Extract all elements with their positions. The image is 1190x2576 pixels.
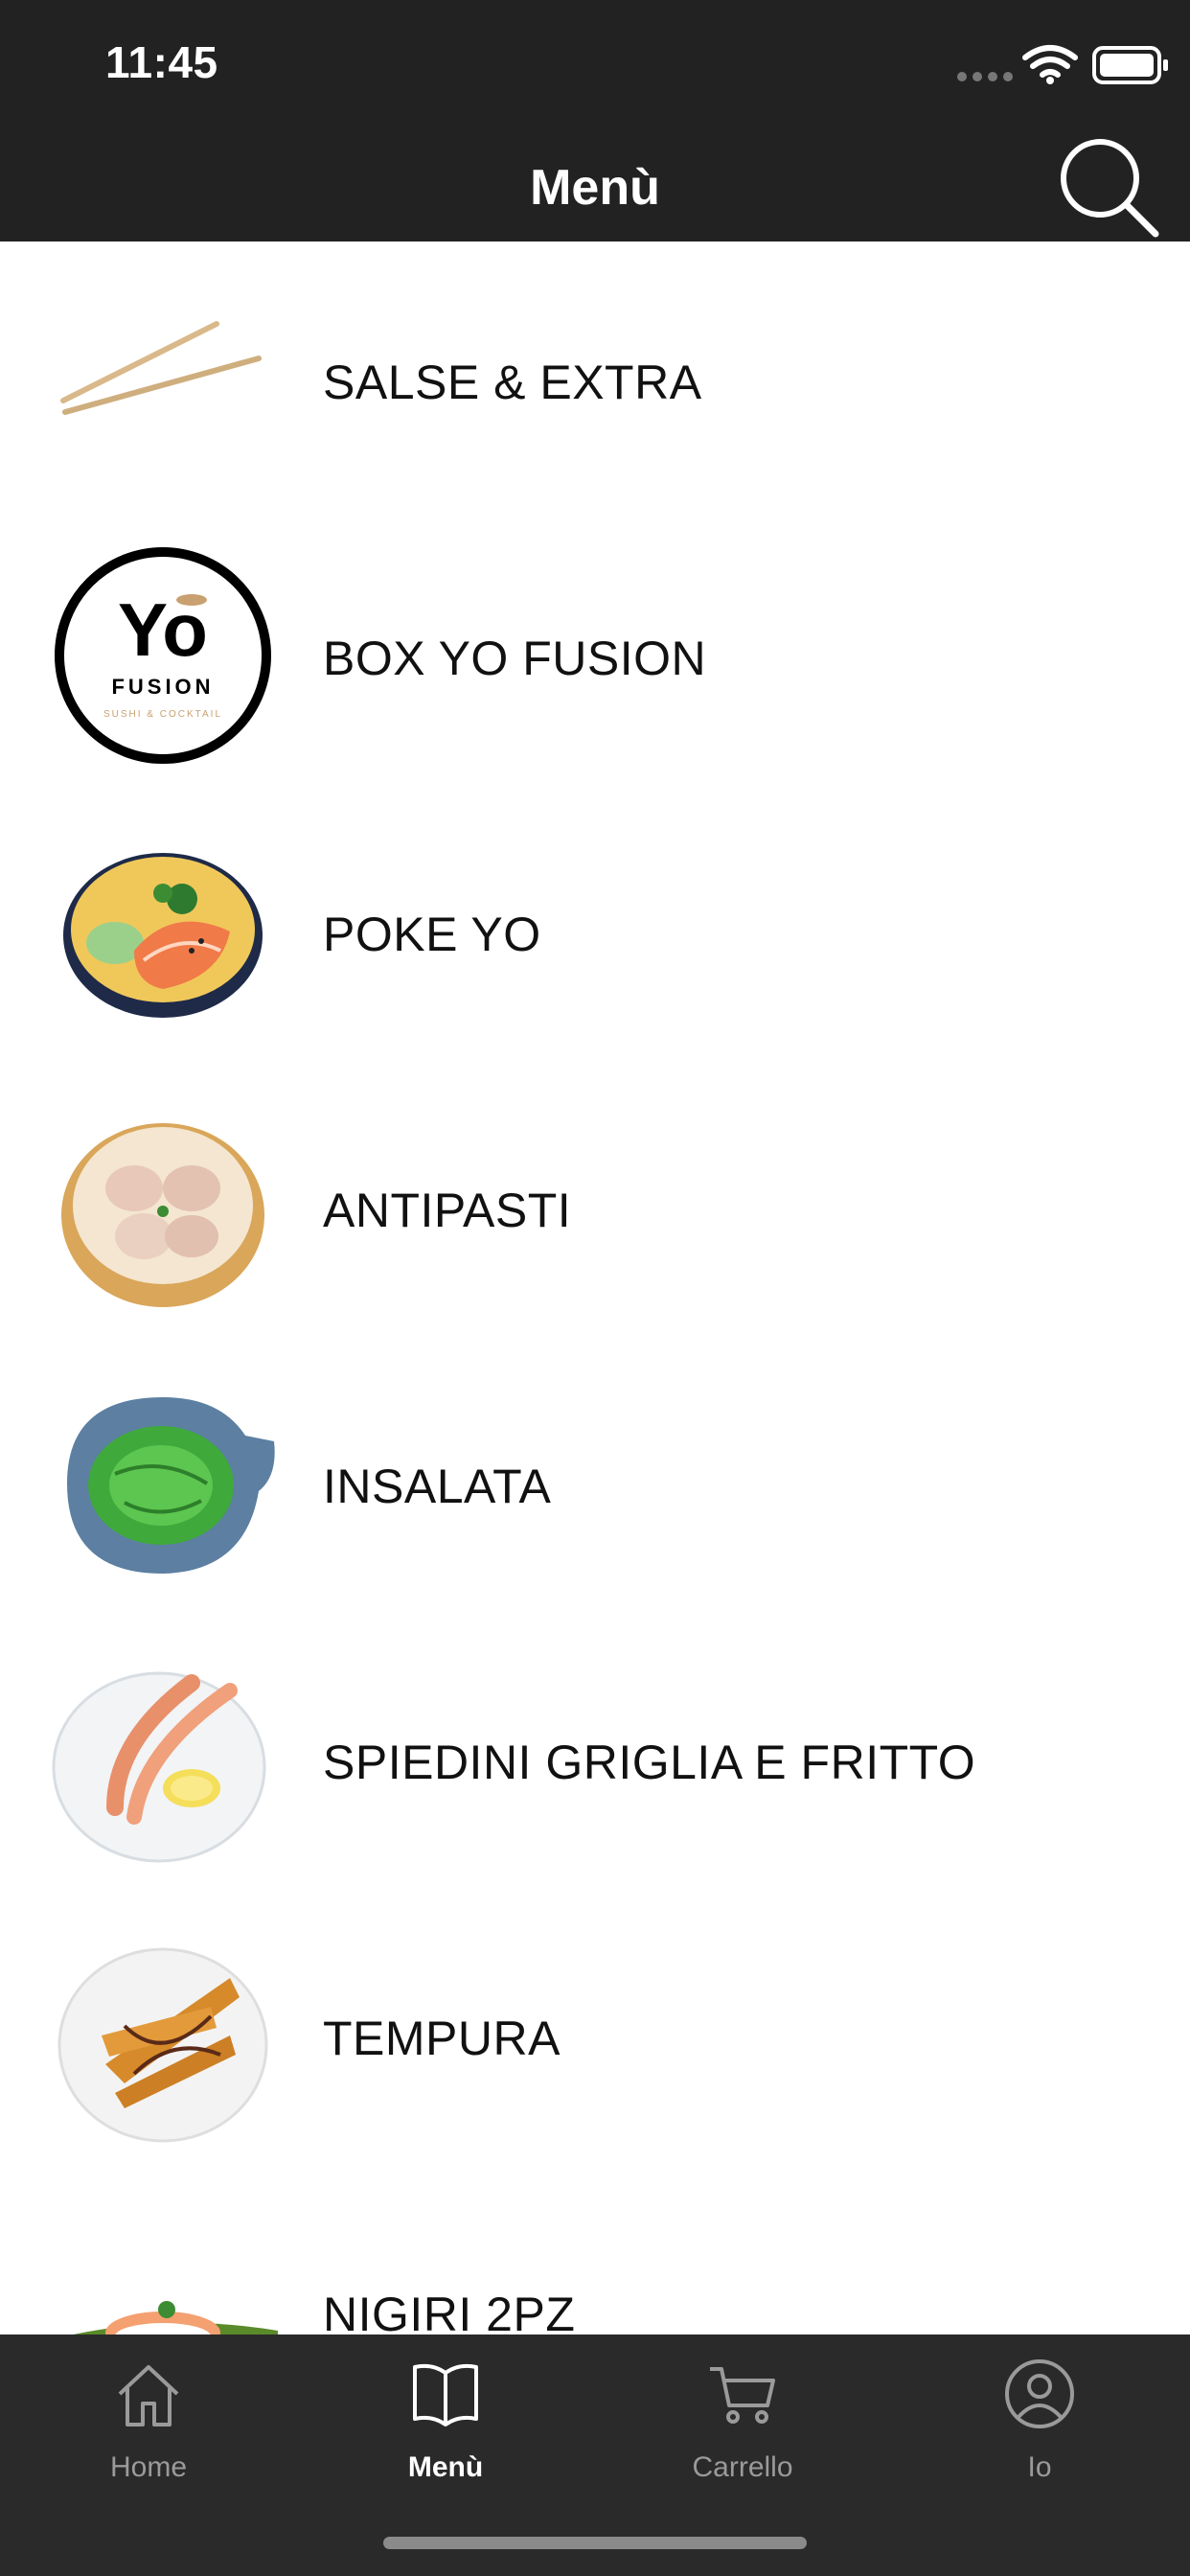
tab-cart[interactable]: Carrello <box>594 2334 891 2497</box>
tab-home-label: Home <box>109 2451 188 2483</box>
home-indicator <box>383 2537 807 2549</box>
tempura-plate-image <box>57 1947 268 2143</box>
search-icon <box>1061 139 1159 238</box>
logo-tagline: SUSHI & COCKTAIL <box>103 709 222 720</box>
tab-profile[interactable]: Io <box>891 2334 1188 2497</box>
list-item[interactable]: SPIEDINI GRIGLIA E FRITTO <box>0 1622 1190 1898</box>
list-item[interactable]: TEMPURA <box>0 1898 1190 2174</box>
status-time: 11:45 <box>105 37 218 87</box>
list-item[interactable]: NIGIRI 2PZ <box>0 2174 1190 2334</box>
user-icon <box>1005 2359 1074 2428</box>
list-item-label: TEMPURA <box>323 2012 561 2065</box>
list-item[interactable]: ANTIPASTI <box>0 1070 1190 1346</box>
list-item-label: BOX YO FUSION <box>323 632 707 685</box>
list-item[interactable]: SALSE & EXTRA <box>0 242 1190 518</box>
tab-home[interactable]: Home <box>0 2334 297 2497</box>
dumplings-steamer-image <box>61 1123 264 1307</box>
tab-profile-label: Io <box>1027 2451 1052 2483</box>
list-item[interactable]: POKE YO <box>0 794 1190 1070</box>
yo-fusion-logo: Yo FUSION SUSHI & COCKTAIL <box>55 547 271 764</box>
list-item-label: ANTIPASTI <box>323 1184 572 1237</box>
list-item[interactable]: INSALATA <box>0 1346 1190 1622</box>
tab-menu-label: Menù <box>407 2451 484 2483</box>
chopsticks-image <box>60 321 262 415</box>
page-title: Menù <box>530 160 660 216</box>
home-icon <box>118 2365 179 2426</box>
grilled-prawns-image <box>52 1671 266 1863</box>
book-icon <box>413 2363 478 2426</box>
nigiri-image <box>73 2301 278 2334</box>
cart-icon <box>710 2367 775 2424</box>
list-item-label: POKE YO <box>323 908 541 961</box>
list-item-label: NIGIRI 2PZ <box>323 2288 576 2334</box>
poke-bowl-image <box>63 853 263 1018</box>
tab-cart-label: Carrello <box>692 2451 793 2483</box>
search-button[interactable] <box>1054 132 1161 240</box>
seaweed-salad-image <box>67 1397 275 1574</box>
signal-wifi-battery-icon <box>957 45 1168 84</box>
top-bar: 11:45 Menù <box>0 0 1190 242</box>
tab-bar: Home Menù Carrello Io <box>0 2334 1190 2576</box>
list-item[interactable]: Yo FUSION SUSHI & COCKTAIL BOX YO FUSION <box>0 518 1190 794</box>
tab-menu[interactable]: Menù <box>297 2334 594 2497</box>
status-icons <box>903 36 1190 94</box>
list-item-label: SALSE & EXTRA <box>323 356 702 409</box>
logo-sub-text: FUSION <box>111 675 214 699</box>
list-item-label: INSALATA <box>323 1460 552 1513</box>
list-item-label: SPIEDINI GRIGLIA E FRITTO <box>323 1736 976 1789</box>
menu-category-list: SALSE & EXTRA Yo FUSION SUSHI & COCKTAIL… <box>0 242 1190 2334</box>
